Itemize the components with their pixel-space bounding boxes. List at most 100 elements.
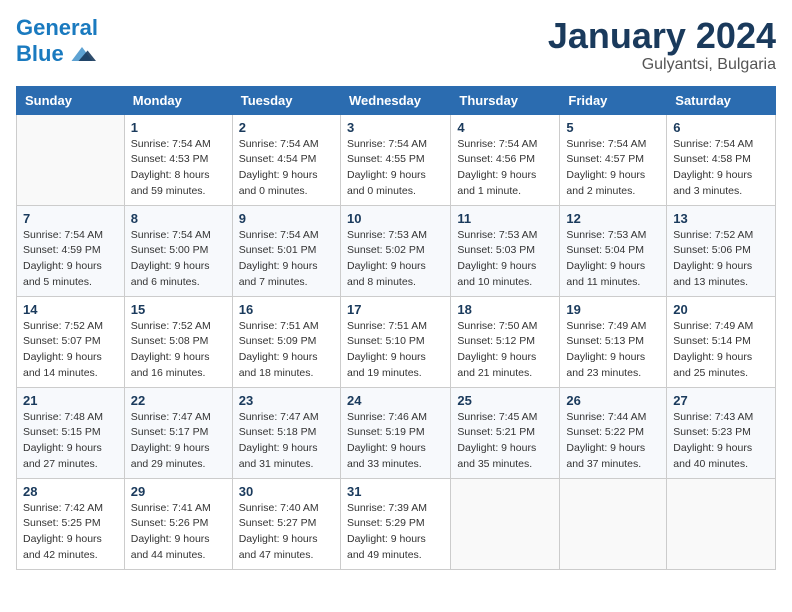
day-number: 11 — [457, 211, 553, 226]
logo: General Blue — [16, 16, 98, 68]
day-number: 9 — [239, 211, 334, 226]
day-info: Sunrise: 7:52 AMSunset: 5:08 PMDaylight:… — [131, 319, 226, 382]
day-number: 29 — [131, 484, 226, 499]
calendar-week-row: 21 Sunrise: 7:48 AMSunset: 5:15 PMDayligh… — [17, 387, 776, 478]
day-info: Sunrise: 7:54 AMSunset: 4:57 PMDaylight:… — [566, 137, 660, 200]
weekday-header: Friday — [560, 86, 667, 114]
logo-text-blue: Blue — [16, 42, 64, 66]
day-number: 14 — [23, 302, 118, 317]
calendar-day-cell: 3Sunrise: 7:54 AMSunset: 4:55 PMDaylight… — [340, 114, 450, 205]
calendar-day-cell: 4 Sunrise: 7:54 AMSunset: 4:56 PMDaylight… — [451, 114, 560, 205]
calendar-day-cell: 29 Sunrise: 7:41 AMSunset: 5:26 PMDayligh… — [124, 478, 232, 569]
day-number: 22 — [131, 393, 226, 408]
day-info: Sunrise: 7:43 AMSunset: 5:23 PMDaylight:… — [673, 410, 769, 473]
day-info: Sunrise: 7:50 AMSunset: 5:12 PMDaylight:… — [457, 319, 553, 382]
day-number: 21 — [23, 393, 118, 408]
day-number: 20 — [673, 302, 769, 317]
location-subtitle: Gulyantsi, Bulgaria — [548, 56, 776, 74]
day-info: Sunrise: 7:49 AMSunset: 5:14 PMDaylight:… — [673, 319, 769, 382]
day-info: Sunrise: 7:49 AMSunset: 5:13 PMDaylight:… — [566, 319, 660, 382]
day-number: 18 — [457, 302, 553, 317]
day-info: Sunrise: 7:48 AMSunset: 5:15 PMDaylight:… — [23, 410, 118, 473]
weekday-header: Sunday — [17, 86, 125, 114]
calendar-day-cell: 31 Sunrise: 7:39 AMSunset: 5:29 PMDayligh… — [340, 478, 450, 569]
day-number: 12 — [566, 211, 660, 226]
title-area: January 2024 Gulyantsi, Bulgaria — [548, 16, 776, 74]
weekday-header: Monday — [124, 86, 232, 114]
day-number: 23 — [239, 393, 334, 408]
day-number: 13 — [673, 211, 769, 226]
day-info: Sunrise: 7:53 AMSunset: 5:03 PMDaylight:… — [457, 228, 553, 291]
day-number: 8 — [131, 211, 226, 226]
day-number: 19 — [566, 302, 660, 317]
calendar-day-cell: 1Sunrise: 7:54 AMSunset: 4:53 PMDaylight… — [124, 114, 232, 205]
calendar-day-cell: 18 Sunrise: 7:50 AMSunset: 5:12 PMDayligh… — [451, 296, 560, 387]
header: General Blue January 2024 Gulyantsi, Bul… — [16, 16, 776, 74]
day-info: Sunrise: 7:39 AMSunset: 5:29 PMDaylight:… — [347, 501, 444, 564]
day-info: Sunrise: 7:54 AMSunset: 5:00 PMDaylight:… — [131, 228, 226, 291]
calendar-day-cell: 2Sunrise: 7:54 AMSunset: 4:54 PMDaylight… — [232, 114, 340, 205]
day-info: Sunrise: 7:53 AMSunset: 5:04 PMDaylight:… — [566, 228, 660, 291]
calendar-day-cell: 22 Sunrise: 7:47 AMSunset: 5:17 PMDayligh… — [124, 387, 232, 478]
day-info: Sunrise: 7:47 AMSunset: 5:17 PMDaylight:… — [131, 410, 226, 473]
calendar-day-cell: 15 Sunrise: 7:52 AMSunset: 5:08 PMDayligh… — [124, 296, 232, 387]
calendar-day-cell: 5 Sunrise: 7:54 AMSunset: 4:57 PMDaylight… — [560, 114, 667, 205]
day-info: Sunrise: 7:51 AMSunset: 5:09 PMDaylight:… — [239, 319, 334, 382]
calendar-day-cell: 23Sunrise: 7:47 AMSunset: 5:18 PMDayligh… — [232, 387, 340, 478]
day-number: 4 — [457, 120, 553, 135]
calendar-day-cell: 27Sunrise: 7:43 AMSunset: 5:23 PMDayligh… — [667, 387, 776, 478]
calendar-day-cell — [17, 114, 125, 205]
calendar-day-cell: 30 Sunrise: 7:40 AMSunset: 5:27 PMDayligh… — [232, 478, 340, 569]
calendar-week-row: 1Sunrise: 7:54 AMSunset: 4:53 PMDaylight… — [17, 114, 776, 205]
day-info: Sunrise: 7:44 AMSunset: 5:22 PMDaylight:… — [566, 410, 660, 473]
calendar-day-cell: 24 Sunrise: 7:46 AMSunset: 5:19 PMDayligh… — [340, 387, 450, 478]
day-info: Sunrise: 7:53 AMSunset: 5:02 PMDaylight:… — [347, 228, 444, 291]
calendar-day-cell: 17Sunrise: 7:51 AMSunset: 5:10 PMDayligh… — [340, 296, 450, 387]
day-info: Sunrise: 7:41 AMSunset: 5:26 PMDaylight:… — [131, 501, 226, 564]
day-number: 28 — [23, 484, 118, 499]
calendar-day-cell: 19 Sunrise: 7:49 AMSunset: 5:13 PMDayligh… — [560, 296, 667, 387]
calendar-day-cell: 25Sunrise: 7:45 AMSunset: 5:21 PMDayligh… — [451, 387, 560, 478]
day-info: Sunrise: 7:40 AMSunset: 5:27 PMDaylight:… — [239, 501, 334, 564]
calendar-day-cell: 26 Sunrise: 7:44 AMSunset: 5:22 PMDayligh… — [560, 387, 667, 478]
calendar-day-cell: 6 Sunrise: 7:54 AMSunset: 4:58 PMDaylight… — [667, 114, 776, 205]
day-number: 7 — [23, 211, 118, 226]
weekday-header: Wednesday — [340, 86, 450, 114]
logo-icon — [68, 40, 96, 68]
weekday-header: Saturday — [667, 86, 776, 114]
day-number: 16 — [239, 302, 334, 317]
day-info: Sunrise: 7:54 AMSunset: 4:59 PMDaylight:… — [23, 228, 118, 291]
month-title: January 2024 — [548, 16, 776, 56]
calendar-day-cell: 8 Sunrise: 7:54 AMSunset: 5:00 PMDaylight… — [124, 205, 232, 296]
calendar-week-row: 28Sunrise: 7:42 AMSunset: 5:25 PMDayligh… — [17, 478, 776, 569]
day-info: Sunrise: 7:52 AMSunset: 5:07 PMDaylight:… — [23, 319, 118, 382]
day-number: 26 — [566, 393, 660, 408]
calendar-day-cell: 12 Sunrise: 7:53 AMSunset: 5:04 PMDayligh… — [560, 205, 667, 296]
calendar-day-cell: 9Sunrise: 7:54 AMSunset: 5:01 PMDaylight… — [232, 205, 340, 296]
calendar-week-row: 7 Sunrise: 7:54 AMSunset: 4:59 PMDaylight… — [17, 205, 776, 296]
day-info: Sunrise: 7:52 AMSunset: 5:06 PMDaylight:… — [673, 228, 769, 291]
day-number: 2 — [239, 120, 334, 135]
day-number: 6 — [673, 120, 769, 135]
calendar-header-row: SundayMondayTuesdayWednesdayThursdayFrid… — [17, 86, 776, 114]
day-info: Sunrise: 7:46 AMSunset: 5:19 PMDaylight:… — [347, 410, 444, 473]
day-number: 17 — [347, 302, 444, 317]
calendar-day-cell: 20 Sunrise: 7:49 AMSunset: 5:14 PMDayligh… — [667, 296, 776, 387]
calendar-day-cell: 28Sunrise: 7:42 AMSunset: 5:25 PMDayligh… — [17, 478, 125, 569]
calendar-day-cell: 14 Sunrise: 7:52 AMSunset: 5:07 PMDayligh… — [17, 296, 125, 387]
day-info: Sunrise: 7:54 AMSunset: 4:58 PMDaylight:… — [673, 137, 769, 200]
calendar-day-cell: 11 Sunrise: 7:53 AMSunset: 5:03 PMDayligh… — [451, 205, 560, 296]
day-number: 30 — [239, 484, 334, 499]
calendar-day-cell — [560, 478, 667, 569]
day-number: 1 — [131, 120, 226, 135]
calendar-week-row: 14 Sunrise: 7:52 AMSunset: 5:07 PMDayligh… — [17, 296, 776, 387]
day-number: 24 — [347, 393, 444, 408]
day-info: Sunrise: 7:54 AMSunset: 4:56 PMDaylight:… — [457, 137, 553, 200]
day-number: 5 — [566, 120, 660, 135]
day-number: 15 — [131, 302, 226, 317]
weekday-header: Tuesday — [232, 86, 340, 114]
day-number: 10 — [347, 211, 444, 226]
calendar-day-cell — [667, 478, 776, 569]
calendar-table: SundayMondayTuesdayWednesdayThursdayFrid… — [16, 86, 776, 570]
day-number: 31 — [347, 484, 444, 499]
